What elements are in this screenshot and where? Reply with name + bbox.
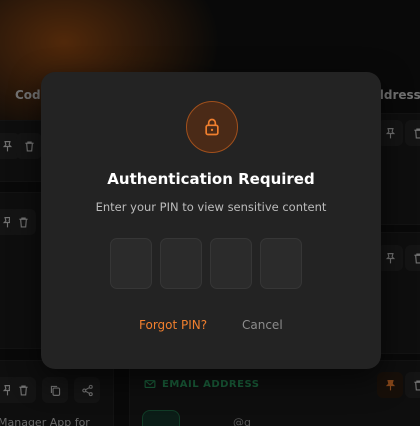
dialog-title: Authentication Required <box>107 170 315 188</box>
lock-icon <box>205 118 219 136</box>
dialog-subtitle: Enter your PIN to view sensitive content <box>95 200 327 214</box>
pin-input-group <box>110 238 302 289</box>
pin-digit-3[interactable] <box>210 238 252 289</box>
pin-digit-2[interactable] <box>160 238 202 289</box>
forgot-pin-button[interactable]: Forgot PIN? <box>139 318 207 332</box>
pin-digit-1[interactable] <box>110 238 152 289</box>
cancel-button[interactable]: Cancel <box>242 318 283 332</box>
auth-dialog: Authentication Required Enter your PIN t… <box>41 72 381 369</box>
lock-badge <box>186 101 238 153</box>
pin-digit-4[interactable] <box>260 238 302 289</box>
